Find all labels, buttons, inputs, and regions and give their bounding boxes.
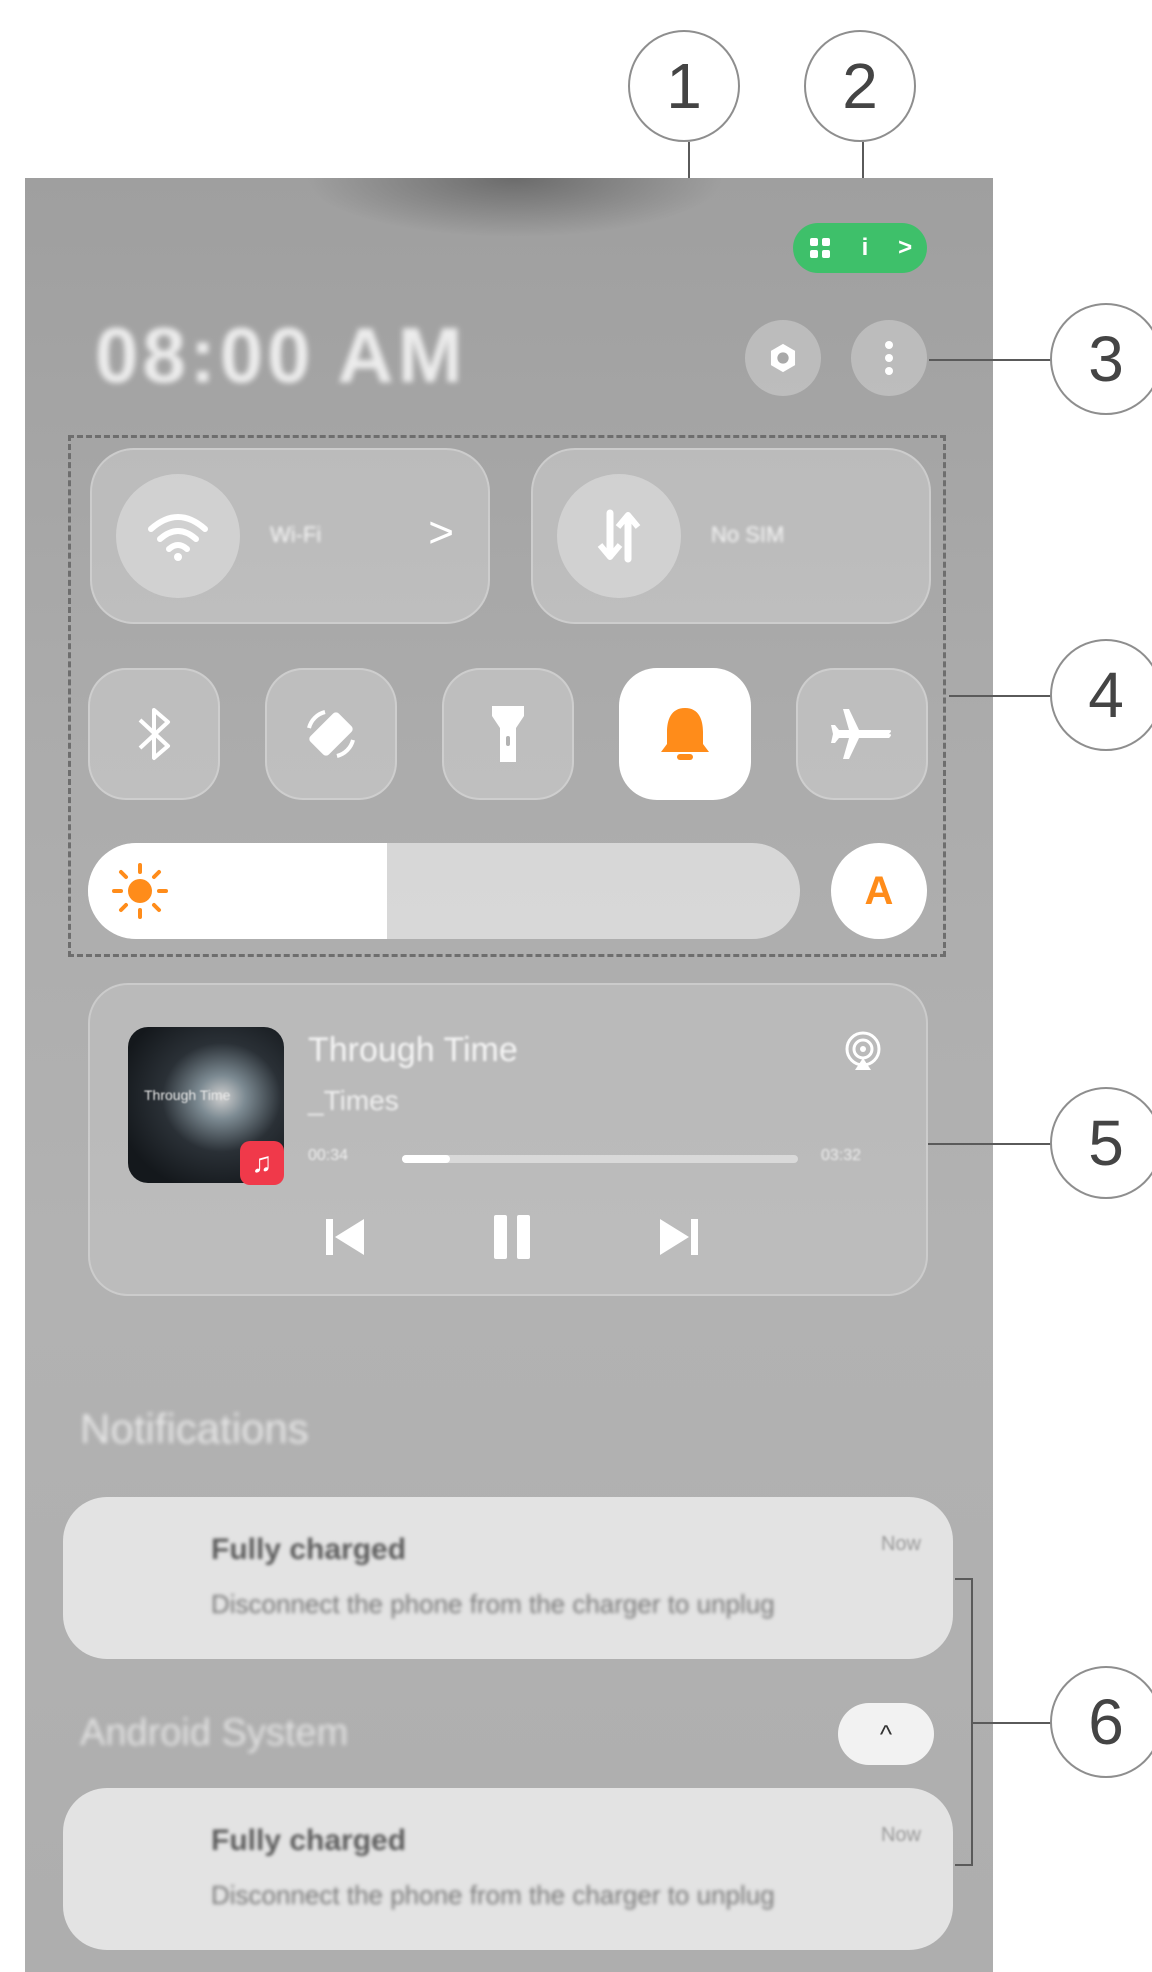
skip-next-icon bbox=[660, 1219, 698, 1255]
callout-3-number: 3 bbox=[1088, 323, 1124, 395]
wifi-circle[interactable] bbox=[116, 474, 240, 598]
music-note-icon: ♫ bbox=[240, 1141, 284, 1185]
mobile-data-label: No SIM bbox=[711, 522, 785, 547]
notifications-heading: Notifications bbox=[80, 1405, 309, 1452]
rotate-icon bbox=[307, 710, 355, 758]
callout-6-number: 6 bbox=[1088, 1686, 1124, 1758]
callout-2: 2 bbox=[804, 30, 916, 142]
brightness-slider[interactable] bbox=[88, 843, 800, 939]
airplane-toggle[interactable] bbox=[796, 668, 928, 800]
mobile-data-circle[interactable] bbox=[557, 474, 681, 598]
notification-card[interactable]: Fully charged Disconnect the phone from … bbox=[63, 1788, 953, 1950]
pause-button[interactable] bbox=[482, 1207, 542, 1267]
data-transfer-icon bbox=[597, 509, 641, 563]
bluetooth-icon bbox=[138, 708, 170, 760]
panel-shade bbox=[305, 178, 725, 238]
media-progress-fill bbox=[402, 1155, 450, 1163]
wifi-chevron[interactable]: > bbox=[428, 508, 454, 558]
mobile-data-tile[interactable]: No SIM bbox=[531, 448, 931, 624]
more-vert-icon bbox=[885, 341, 893, 375]
callout-1-number: 1 bbox=[666, 50, 702, 122]
wifi-label: Wi-Fi bbox=[270, 522, 322, 547]
callout-6-bracket-bottom bbox=[955, 1864, 973, 1866]
flashlight-icon bbox=[492, 706, 524, 762]
album-art-text: Through Time bbox=[144, 1087, 231, 1103]
annotated-screenshot: 1 2 i > 08:00 AM 3 Wi-Fi > No SIM 4 A Th… bbox=[0, 0, 1152, 1972]
media-player-card: Through Time ♫ Through Time _Times 00:34… bbox=[88, 983, 928, 1296]
notification-body: Disconnect the phone from the charger to… bbox=[211, 1589, 775, 1619]
song-artist: _Times bbox=[308, 1085, 399, 1116]
clock: 08:00 AM bbox=[95, 311, 467, 399]
elapsed-time: 00:34 bbox=[308, 1147, 349, 1164]
sun-icon bbox=[112, 863, 168, 919]
callout-6-line bbox=[971, 1722, 1052, 1724]
callout-4-number: 4 bbox=[1088, 659, 1124, 731]
next-button[interactable] bbox=[650, 1207, 710, 1267]
notification-time: Now bbox=[880, 1824, 921, 1846]
gear-icon bbox=[770, 343, 796, 373]
settings-button[interactable] bbox=[745, 320, 821, 396]
collapse-button[interactable]: ^ bbox=[838, 1703, 934, 1765]
callout-2-number: 2 bbox=[842, 50, 878, 122]
callout-5: 5 bbox=[1050, 1087, 1152, 1199]
status-chip-text: i bbox=[861, 234, 869, 261]
status-chip[interactable]: i > bbox=[793, 223, 927, 273]
callout-1: 1 bbox=[628, 30, 740, 142]
callout-4: 4 bbox=[1050, 639, 1152, 751]
bell-icon bbox=[661, 708, 709, 760]
auto-brightness-button[interactable]: A bbox=[831, 843, 927, 939]
pause-icon bbox=[494, 1215, 530, 1259]
grid-icon bbox=[809, 238, 830, 258]
bluetooth-toggle[interactable] bbox=[88, 668, 220, 800]
notification-title: Fully charged bbox=[211, 1533, 407, 1566]
callout-4-line bbox=[949, 695, 1052, 697]
callout-5-number: 5 bbox=[1088, 1107, 1124, 1179]
wifi-tile[interactable]: Wi-Fi > bbox=[90, 448, 490, 624]
airplane-icon bbox=[831, 709, 891, 759]
skip-previous-icon bbox=[326, 1219, 364, 1255]
duration-time: 03:32 bbox=[821, 1147, 862, 1164]
cast-icon[interactable] bbox=[842, 1030, 884, 1072]
auto-rotate-toggle[interactable] bbox=[265, 668, 397, 800]
callout-3: 3 bbox=[1050, 303, 1152, 415]
notification-card[interactable]: Fully charged Disconnect the phone from … bbox=[63, 1497, 953, 1659]
callout-6: 6 bbox=[1050, 1666, 1152, 1778]
callout-3-line bbox=[929, 359, 1052, 361]
notification-body: Disconnect the phone from the charger to… bbox=[211, 1880, 775, 1910]
previous-button[interactable] bbox=[314, 1207, 374, 1267]
sound-toggle[interactable] bbox=[619, 668, 751, 800]
notification-group-label: Android System bbox=[80, 1712, 349, 1754]
flashlight-toggle[interactable] bbox=[442, 668, 574, 800]
callout-5-line bbox=[928, 1143, 1052, 1145]
chevron-up-icon: ^ bbox=[879, 1718, 893, 1749]
wifi-icon bbox=[148, 514, 208, 561]
media-progress-bar[interactable] bbox=[402, 1155, 798, 1163]
status-chip-chevron: > bbox=[898, 234, 913, 261]
notification-title: Fully charged bbox=[211, 1824, 407, 1857]
more-options-button[interactable] bbox=[851, 320, 927, 396]
song-title: Through Time bbox=[308, 1031, 518, 1069]
notification-time: Now bbox=[880, 1533, 921, 1555]
